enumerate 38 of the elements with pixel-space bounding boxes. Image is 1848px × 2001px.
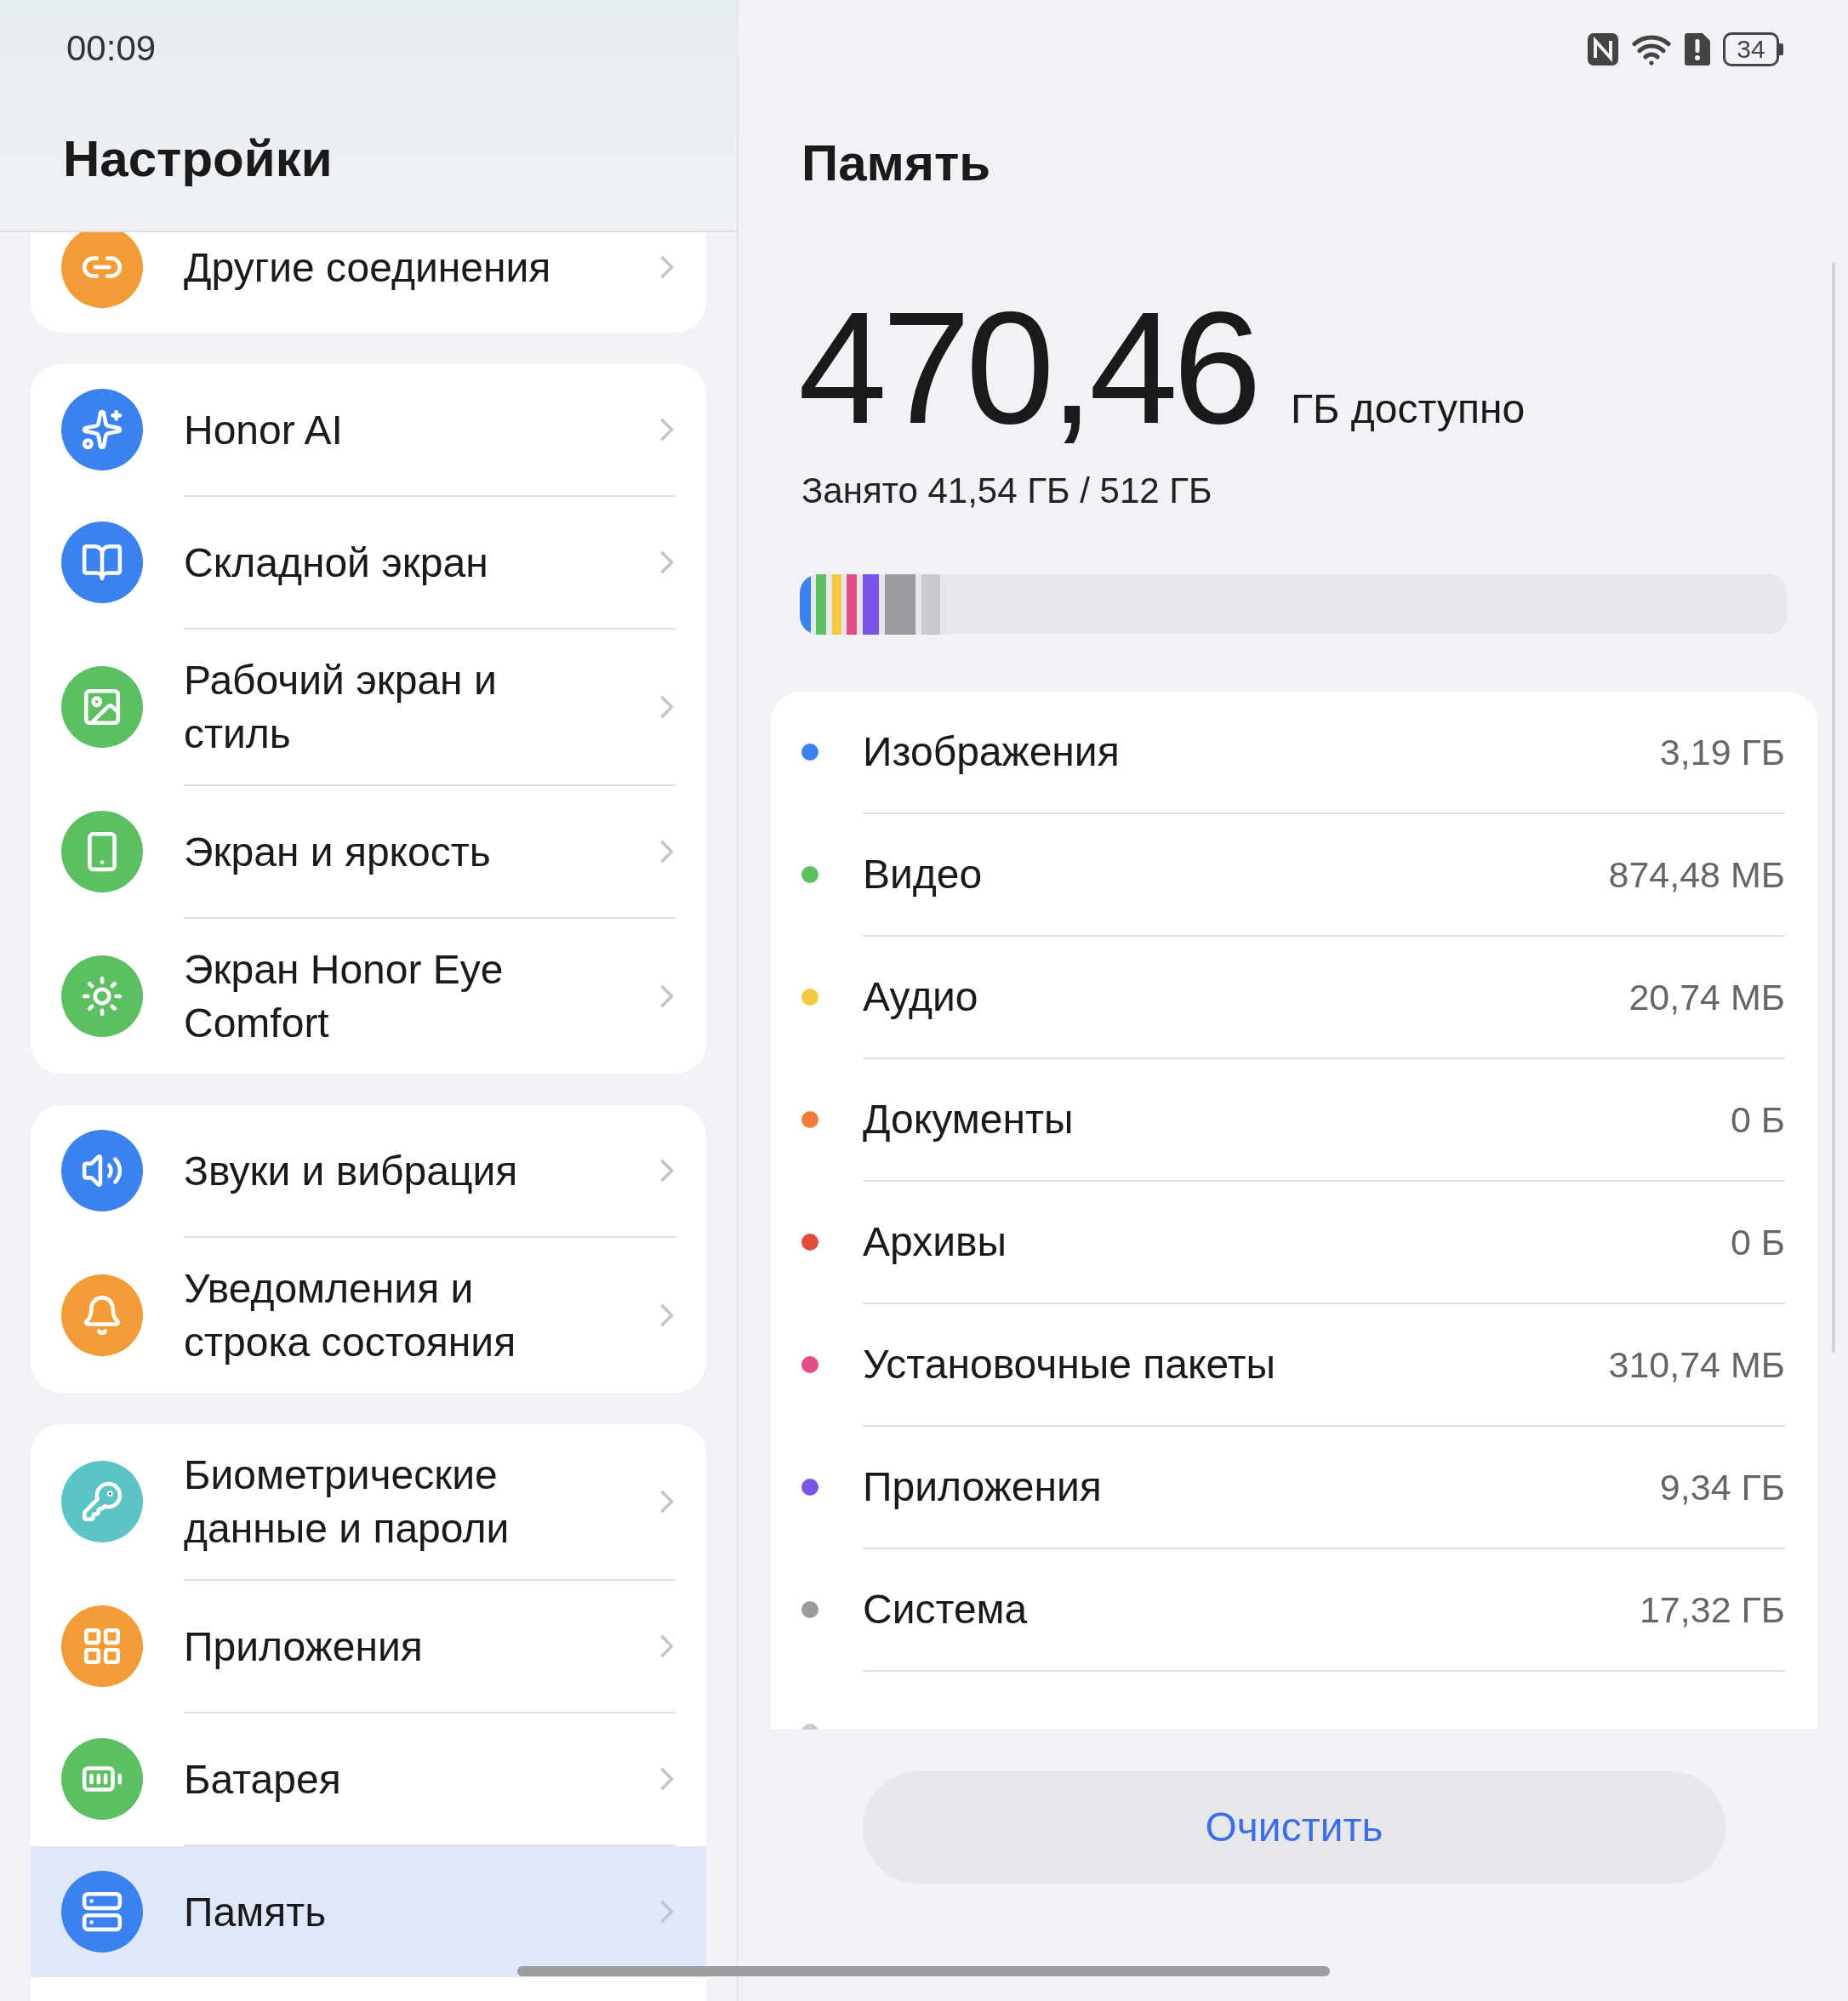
item-label: Приложения [184, 1622, 424, 1671]
nfc-icon [1587, 32, 1619, 66]
category-name: Документы [863, 1097, 1074, 1142]
item-label: Уведомления и строка состояния [184, 1265, 517, 1366]
item-label: Память [184, 1888, 328, 1936]
item-label: Экран Honor Eye Comfort [184, 946, 505, 1047]
category-name: Видео [863, 852, 983, 897]
used-summary: Занято 41,54 ГБ / 512 ГБ [801, 470, 1213, 512]
item-label: Батарея [184, 1755, 342, 1804]
item-label: Honor AI [184, 406, 344, 454]
category-name: Установочные пакеты [863, 1342, 1276, 1387]
category-size: 3,19 ГБ [1659, 731, 1785, 774]
category-size: 874,48 МБ [1608, 853, 1785, 897]
status-time: 00:09 [66, 27, 157, 70]
item-label: Другие соединения [184, 243, 552, 292]
clean-button[interactable]: Очистить [863, 1771, 1725, 1884]
settings-item[interactable]: Память [31, 1846, 706, 1977]
category-size: 0 Б [1730, 1221, 1785, 1264]
category-name: Система [863, 1587, 1028, 1632]
category-name: Архивы [863, 1219, 1007, 1264]
category-size: 310,74 МБ [1608, 1343, 1785, 1387]
item-label: Звуки и вибрация [184, 1147, 519, 1195]
item-label: Экран и яркость [184, 828, 492, 876]
available-unit: ГБ доступно [1291, 385, 1526, 433]
item-label: Складной экран [184, 539, 489, 587]
category-size: 9,34 ГБ [1659, 1466, 1785, 1509]
item-label: Биометрические данные и пароли [184, 1451, 510, 1553]
category-name: Приложения [863, 1464, 1102, 1509]
category-name: Изображения [863, 729, 1120, 774]
category-size: 0 Б [1730, 1098, 1785, 1142]
category-name: Аудио [863, 974, 978, 1019]
sidebar-title: Настройки [63, 129, 334, 189]
available-amount: 470,46 [798, 285, 1257, 451]
category-size: 20,74 МБ [1628, 976, 1785, 1019]
item-label: Рабочий экран и стиль [184, 657, 498, 758]
page-title: Память [801, 134, 992, 193]
category-size: 17,32 ГБ [1639, 1588, 1785, 1632]
sim-alert-icon [1684, 32, 1711, 66]
